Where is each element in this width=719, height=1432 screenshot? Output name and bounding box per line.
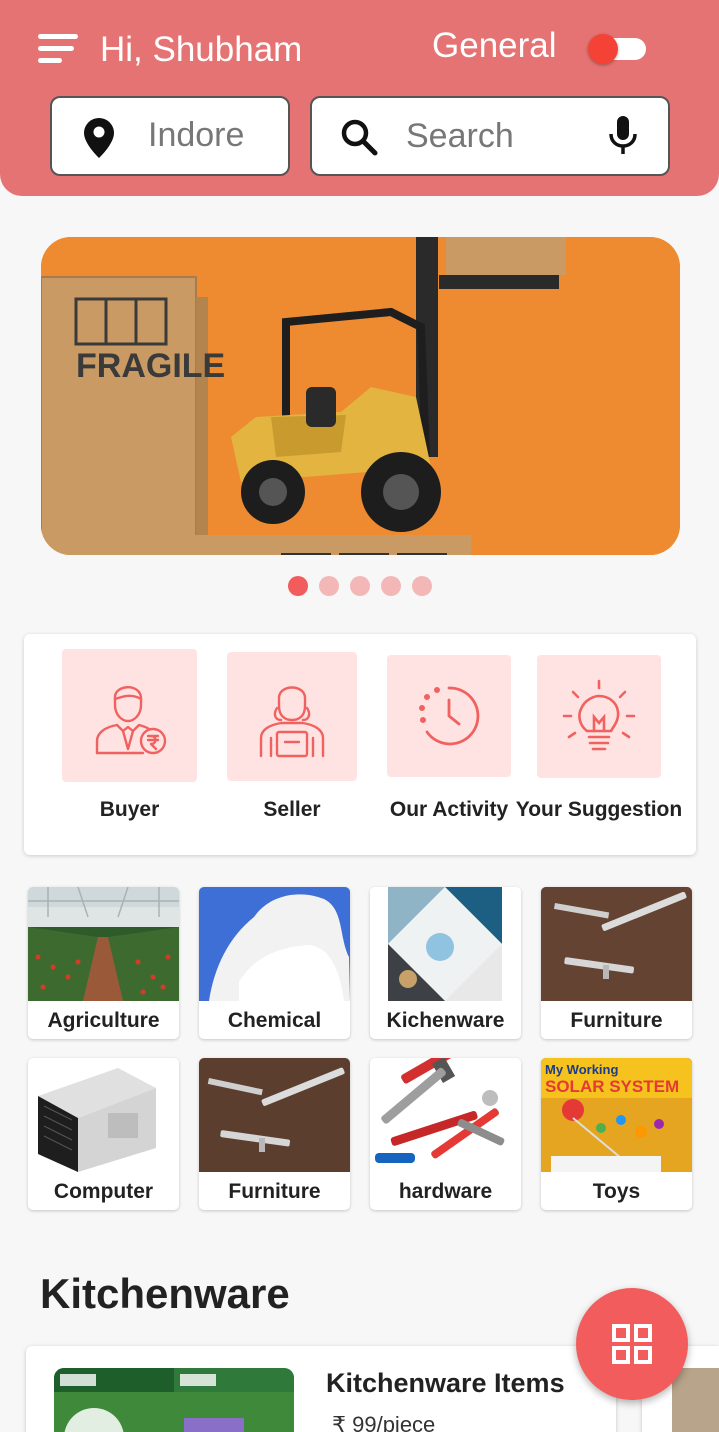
category-label: Computer: [53, 1180, 154, 1203]
furniture-handle-image: [541, 887, 692, 1001]
product-price: ₹ 99/piece: [332, 1412, 436, 1432]
category-hardware[interactable]: hardware: [370, 1058, 521, 1210]
location-selector[interactable]: Indore: [50, 96, 290, 176]
forklift-banner-image: FRAGILE: [41, 237, 680, 555]
category-computer[interactable]: Computer: [28, 1058, 179, 1210]
seller-icon: [259, 685, 325, 757]
greeting-text: Hi, Shubham: [100, 30, 303, 69]
buyer-icon: [95, 685, 166, 754]
promo-banner[interactable]: FRAGILE: [41, 237, 680, 555]
category-furniture[interactable]: Furniture: [541, 887, 692, 1039]
category-label: Furniture: [228, 1180, 321, 1203]
category-kichenware[interactable]: Kichenware: [370, 887, 521, 1039]
grid-icon: [612, 1324, 652, 1364]
mode-toggle[interactable]: [588, 34, 646, 64]
carousel-indicators: [0, 576, 719, 596]
category-furniture-2[interactable]: Furniture: [199, 1058, 350, 1210]
section-title: Kitchenware: [40, 1270, 290, 1317]
agriculture-image: [28, 887, 179, 1001]
svg-text:SOLAR SYSTEM: SOLAR SYSTEM: [545, 1077, 679, 1096]
search-icon: [341, 119, 378, 156]
carousel-dot[interactable]: [411, 576, 432, 596]
fragile-label: FRAGILE: [76, 347, 225, 385]
category-toys[interactable]: My Working SOLAR SYSTEM Toys: [541, 1058, 692, 1210]
toys-solar-system-image: My Working SOLAR SYSTEM: [541, 1058, 692, 1172]
category-agriculture[interactable]: Agriculture: [28, 887, 179, 1039]
category-label: hardware: [398, 1180, 493, 1203]
computer-image: [28, 1058, 179, 1172]
grid-menu-button[interactable]: [576, 1288, 688, 1400]
search-input[interactable]: [406, 114, 596, 158]
category-label: Agriculture: [47, 1009, 160, 1032]
carousel-dot[interactable]: [318, 576, 339, 596]
activity-clock-icon: [419, 686, 480, 746]
category-chemical[interactable]: Chemical: [199, 887, 350, 1039]
carousel-dot[interactable]: [349, 576, 370, 596]
carousel-dot[interactable]: [287, 576, 308, 596]
category-label: Furniture: [570, 1009, 663, 1032]
app-header: Hi, Shubham General Indore: [0, 0, 719, 196]
svg-text:My Working: My Working: [545, 1062, 618, 1077]
search-bar[interactable]: [310, 96, 670, 176]
menu-icon[interactable]: [38, 30, 82, 66]
role-card: Buyer Seller Our Activity Your Suggestio…: [24, 634, 696, 855]
seller-label: Seller: [263, 798, 321, 821]
suggestion-label: Your Suggestion: [515, 798, 683, 821]
location-text: Indore: [148, 116, 245, 154]
furniture-handle-image: [199, 1058, 350, 1172]
product-image: [54, 1368, 294, 1432]
category-label: Kichenware: [386, 1009, 505, 1032]
hardware-tools-image: [370, 1058, 521, 1172]
location-pin-icon: [84, 118, 114, 158]
category-label: Chemical: [227, 1009, 322, 1032]
buyer-label: Buyer: [99, 798, 160, 821]
microphone-icon[interactable]: [608, 116, 638, 156]
product-card[interactable]: Kitchenware Items ₹ 99/piece: [26, 1346, 616, 1432]
chemical-image: [199, 887, 350, 1001]
lightbulb-icon: [562, 679, 636, 750]
category-label: Toys: [592, 1180, 641, 1203]
activity-label: Our Activity: [389, 798, 509, 821]
kitchenware-image: [370, 887, 521, 1001]
carousel-dot[interactable]: [380, 576, 401, 596]
mode-label: General: [432, 26, 557, 65]
product-name: Kitchenware Items: [326, 1368, 565, 1398]
